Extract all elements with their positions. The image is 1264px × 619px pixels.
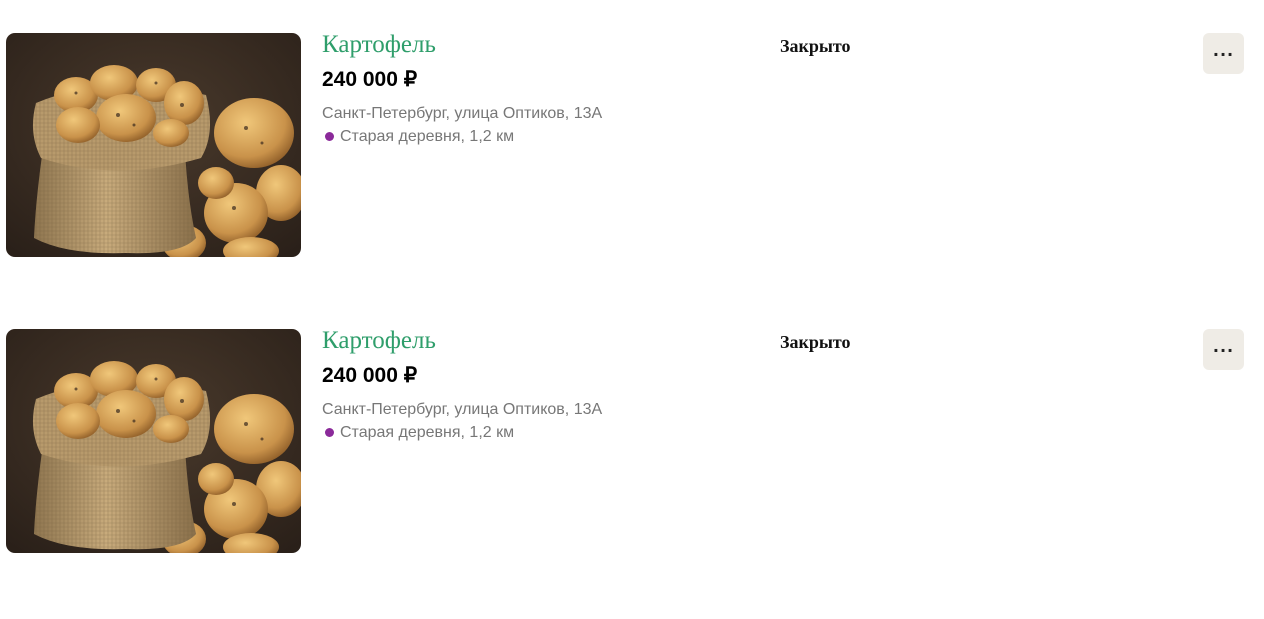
listing-card: Картофель 240 000 ₽ Санкт-Петербург, ули… bbox=[0, 326, 1264, 553]
listing-title[interactable]: Картофель bbox=[322, 326, 436, 356]
listing-photo[interactable] bbox=[6, 33, 301, 257]
more-actions-button[interactable]: ... bbox=[1203, 329, 1244, 370]
metro-station: Старая деревня, 1,2 км bbox=[322, 127, 514, 147]
metro-station: Старая деревня, 1,2 км bbox=[322, 423, 514, 443]
metro-line-icon bbox=[325, 427, 334, 437]
metro-station-label: Старая деревня, 1,2 км bbox=[340, 424, 515, 441]
listing-address: Санкт-Петербург, улица Оптиков, 13А bbox=[322, 105, 603, 122]
metro-line-icon bbox=[325, 131, 334, 141]
listing-photo[interactable] bbox=[6, 329, 301, 553]
status-label: Закрыто bbox=[780, 332, 851, 352]
more-dots-icon: ... bbox=[1212, 40, 1235, 60]
listing-card: Картофель 240 000 ₽ Санкт-Петербург, ули… bbox=[0, 30, 1264, 257]
listing-address: Санкт-Петербург, улица Оптиков, 13А bbox=[322, 401, 603, 418]
metro-station-label: Старая деревня, 1,2 км bbox=[340, 128, 515, 145]
more-dots-icon: ... bbox=[1212, 336, 1235, 356]
more-actions-button[interactable]: ... bbox=[1203, 33, 1244, 74]
listing-title[interactable]: Картофель bbox=[322, 30, 436, 60]
listing-price: 240 000 ₽ bbox=[322, 68, 418, 91]
status-label: Закрыто bbox=[780, 36, 851, 56]
listing-price: 240 000 ₽ bbox=[322, 364, 418, 387]
